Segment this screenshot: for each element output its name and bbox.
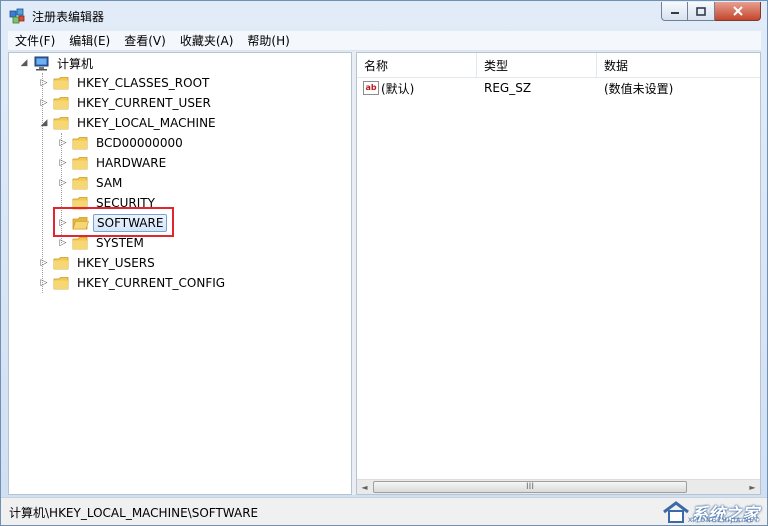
folder-icon	[72, 236, 89, 250]
folder-icon	[53, 76, 70, 90]
column-header-type[interactable]: 类型	[477, 53, 597, 77]
menu-file[interactable]: 文件(F)	[8, 31, 62, 51]
collapsed-arrow-icon[interactable]: ▷	[57, 157, 69, 169]
value-list-pane[interactable]: 名称 类型 数据 ab (默认) REG_SZ (数值未设置) ◄ III ►	[356, 52, 761, 495]
scrollbar-grip-icon: III	[526, 482, 534, 492]
scrollbar-thumb[interactable]: III	[373, 481, 687, 493]
maximize-button[interactable]	[688, 2, 715, 21]
column-header-name[interactable]: 名称	[357, 53, 477, 77]
maximize-icon	[696, 6, 706, 16]
close-button[interactable]	[715, 2, 761, 21]
menu-view[interactable]: 查看(V)	[117, 31, 173, 51]
watermark-subtext: XITONGZHIJIA.NET	[687, 517, 759, 524]
collapsed-arrow-icon[interactable]: ▷	[38, 277, 50, 289]
collapsed-arrow-icon[interactable]: ▷	[57, 137, 69, 149]
tree-label: HKEY_CURRENT_CONFIG	[77, 276, 226, 290]
value-name: (默认)	[381, 81, 415, 96]
collapsed-arrow-icon[interactable]: ▷	[57, 237, 69, 249]
header-divider	[357, 77, 760, 78]
tree-label: SYSTEM	[96, 236, 144, 250]
collapsed-arrow-icon[interactable]: ▷	[38, 77, 50, 89]
scroll-left-icon[interactable]: ◄	[357, 480, 372, 494]
expanded-arrow-icon[interactable]: ◢	[38, 117, 50, 129]
column-header-data[interactable]: 数据	[597, 53, 760, 77]
tree-label: SAM	[96, 176, 123, 190]
folder-icon	[53, 96, 70, 110]
title-bar[interactable]: 注册表编辑器	[1, 1, 767, 31]
tree-node-hkey-users[interactable]: ▷ HKEY_USERS	[38, 253, 158, 273]
tree-label: HKEY_USERS	[77, 256, 155, 270]
tree-label: HKEY_CLASSES_ROOT	[77, 76, 210, 90]
menu-bar: 文件(F) 编辑(E) 查看(V) 收藏夹(A) 帮助(H)	[8, 31, 761, 51]
folder-icon	[72, 176, 89, 190]
tree-node-bcd00000000[interactable]: ▷ BCD00000000	[57, 133, 186, 153]
window-title: 注册表编辑器	[32, 10, 105, 24]
menu-help[interactable]: 帮助(H)	[240, 31, 296, 51]
status-path: 计算机\HKEY_LOCAL_MACHINE\SOFTWARE	[9, 506, 259, 520]
tree-node-hkey-classes-root[interactable]: ▷ HKEY_CLASSES_ROOT	[38, 73, 212, 93]
tree-node-hkey-current-config[interactable]: ▷ HKEY_CURRENT_CONFIG	[38, 273, 228, 293]
tree-label: BCD00000000	[96, 136, 183, 150]
folder-icon	[53, 116, 70, 130]
tree-node-sam[interactable]: ▷ SAM	[57, 173, 125, 193]
collapsed-arrow-icon[interactable]: ▷	[38, 97, 50, 109]
watermark-house-icon	[663, 501, 689, 523]
tree-label: HKEY_CURRENT_USER	[77, 96, 211, 110]
menu-favorites[interactable]: 收藏夹(A)	[173, 31, 241, 51]
value-name-cell[interactable]: ab (默认)	[363, 78, 414, 98]
tree-node-hkey-current-user[interactable]: ▷ HKEY_CURRENT_USER	[38, 93, 214, 113]
tree-node-hkey-local-machine[interactable]: ◢ HKEY_LOCAL_MACHINE	[38, 113, 219, 133]
window-controls	[661, 2, 761, 21]
value-type-cell: REG_SZ	[484, 81, 532, 95]
tree-label: HKEY_LOCAL_MACHINE	[77, 116, 216, 130]
value-data-cell: (数值未设置)	[604, 81, 674, 96]
registry-editor-window: 注册表编辑器 文件(F) 编辑(E) 查看(V) 收藏夹(A) 帮助(H) ◢	[0, 0, 768, 526]
horizontal-scrollbar[interactable]: ◄ III ►	[357, 479, 760, 494]
tree-label: HARDWARE	[96, 156, 167, 170]
status-bar: 计算机\HKEY_LOCAL_MACHINE\SOFTWARE 系统之家 XIT…	[1, 497, 767, 525]
collapsed-arrow-icon[interactable]: ▷	[38, 257, 50, 269]
folder-icon	[53, 256, 70, 270]
collapsed-arrow-icon[interactable]: ▷	[57, 177, 69, 189]
key-tree-pane[interactable]: ◢ 计算机 ▷ HKEY_CLASSES_ROOT ▷ HKEY_CURRENT…	[8, 52, 352, 495]
watermark-logo: 系统之家 XITONGZHIJIA.NET	[661, 498, 759, 526]
expanded-arrow-icon[interactable]: ◢	[18, 57, 30, 69]
minimize-button[interactable]	[661, 2, 688, 21]
computer-icon	[33, 56, 50, 71]
tree-node-hardware[interactable]: ▷ HARDWARE	[57, 153, 169, 173]
folder-icon	[72, 136, 89, 150]
string-value-icon: ab	[363, 81, 379, 95]
tree-node-computer[interactable]: ◢ 计算机	[18, 53, 96, 73]
red-highlight-box	[53, 207, 174, 237]
folder-icon	[53, 276, 70, 290]
tree-label-computer: 计算机	[57, 56, 94, 71]
minimize-icon	[670, 12, 679, 14]
scroll-right-icon[interactable]: ►	[745, 480, 760, 494]
folder-icon	[72, 156, 89, 170]
menu-edit[interactable]: 编辑(E)	[62, 31, 117, 51]
regedit-app-icon	[8, 7, 26, 25]
close-icon	[732, 6, 743, 16]
